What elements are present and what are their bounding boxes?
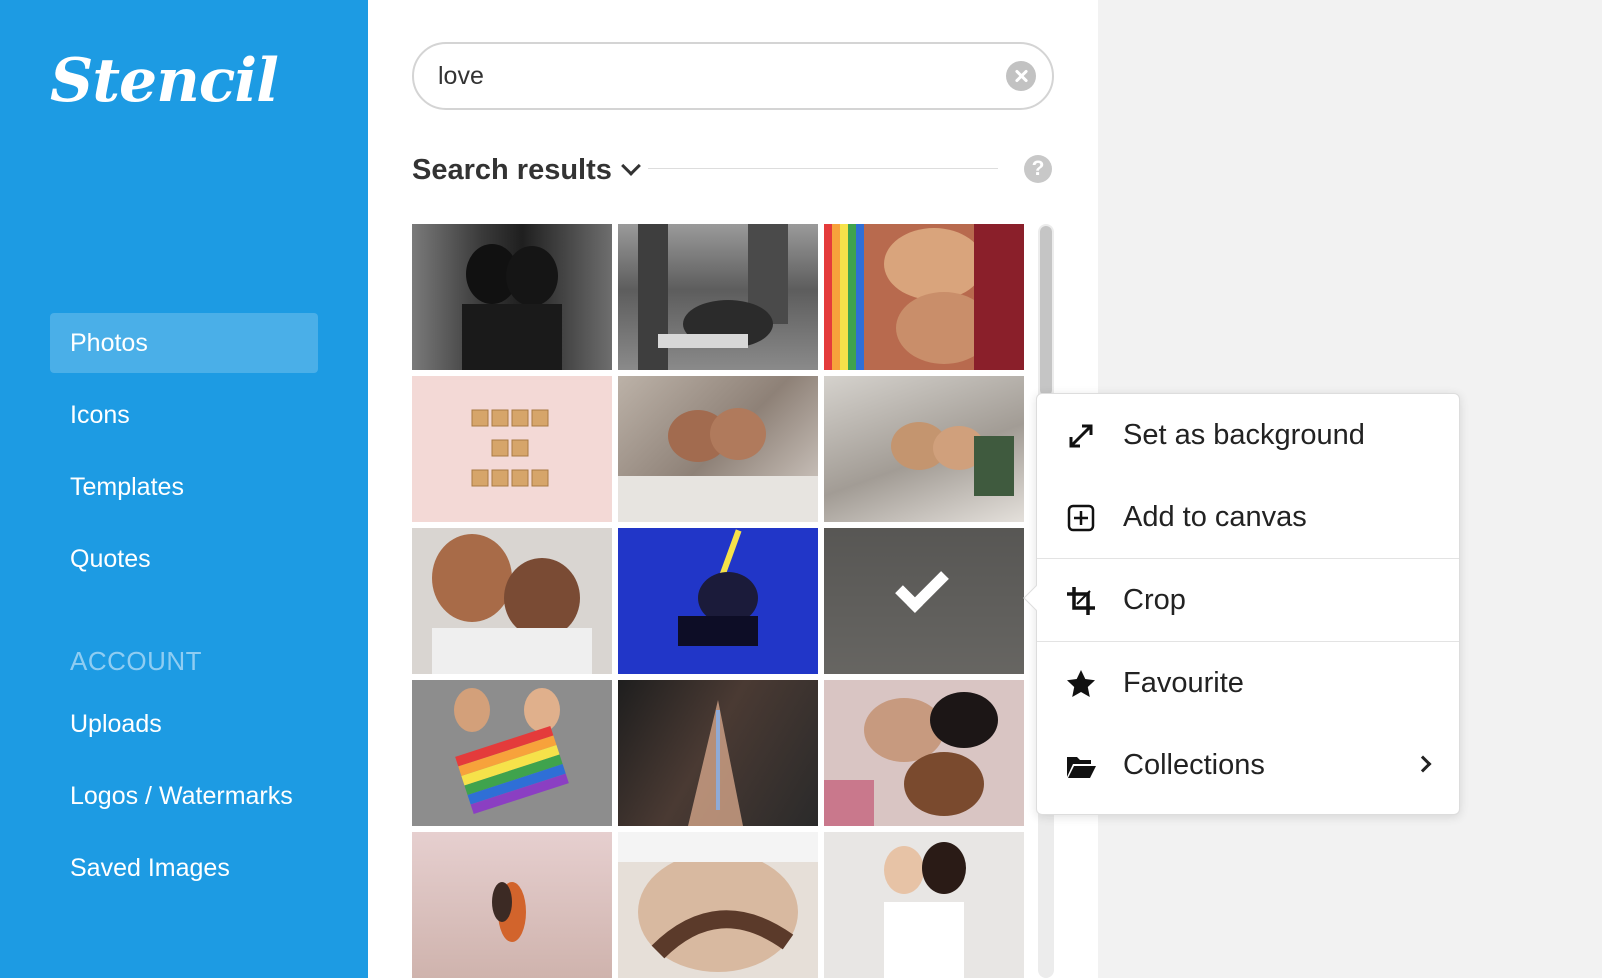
photo-tile[interactable] (824, 680, 1024, 826)
photo-couple-lying-rainbow (824, 224, 1024, 370)
photo-tile[interactable] (618, 832, 818, 978)
sidebar-item-quotes[interactable]: Quotes (50, 529, 318, 589)
menu-item-set-as-background[interactable]: Set as background (1037, 394, 1459, 476)
help-icon[interactable]: ? (1024, 155, 1052, 183)
sidebar-item-icons[interactable]: Icons (50, 385, 318, 445)
menu-item-crop[interactable]: Crop (1037, 559, 1459, 641)
photo-tile[interactable] (618, 376, 818, 522)
menu-item-label: Collections (1123, 748, 1265, 781)
photo-women-embracing (884, 842, 966, 978)
search-input[interactable] (438, 56, 978, 96)
photo-couple-beach (492, 882, 526, 942)
menu-item-add-to-canvas[interactable]: Add to canvas (1037, 476, 1459, 558)
photo-tile[interactable] (824, 832, 1024, 978)
photo-person-blue-rainbow (678, 529, 758, 646)
photo-context-menu: Set as background Add to canvas Crop Fav… (1023, 393, 1460, 815)
menu-item-favourite[interactable]: Favourite (1037, 642, 1459, 724)
search-box (412, 42, 1054, 110)
crop-icon (1067, 587, 1095, 615)
scroll-thumb[interactable] (1040, 226, 1052, 396)
sidebar-item-logos-watermarks[interactable]: Logos / Watermarks (50, 766, 318, 826)
photo-tile[interactable] (824, 528, 1024, 674)
photo-couple-bed-1 (618, 408, 818, 522)
photo-grid (412, 224, 1032, 978)
photo-hands-rainbow-light (688, 700, 743, 826)
photo-tile[interactable] (824, 224, 1024, 370)
search-results-dropdown[interactable]: Search results (412, 150, 641, 190)
search-results-title: Search results (412, 153, 612, 186)
photo-tile[interactable] (618, 224, 818, 370)
photo-couple-bed-2 (891, 422, 1014, 496)
photo-men-sitting-tree-bw (638, 224, 788, 370)
photo-men-rainbow-sign (454, 688, 569, 814)
photo-tile[interactable] (412, 832, 612, 978)
plus-square-icon (1067, 504, 1095, 532)
account-heading: ACCOUNT (70, 646, 203, 676)
divider (648, 168, 998, 169)
photo-tile[interactable] (412, 528, 612, 674)
photo-women-lying-pink (824, 692, 998, 826)
photo-tile[interactable] (412, 680, 612, 826)
sidebar-item-photos[interactable]: Photos (50, 313, 318, 373)
sidebar-item-uploads[interactable]: Uploads (50, 694, 318, 754)
photo-panel: Search results ? (368, 0, 1098, 978)
menu-item-label: Favourite (1123, 666, 1244, 699)
star-icon (1067, 670, 1095, 697)
chevron-down-icon (620, 156, 641, 176)
photo-hands-on-belly (618, 832, 818, 972)
menu-item-label: Add to canvas (1123, 500, 1307, 533)
stencil-logo[interactable]: Stencil (50, 46, 279, 116)
expand-icon (1069, 424, 1093, 448)
photo-love-is-love-tiles (471, 409, 549, 487)
folder-open-icon (1067, 757, 1096, 778)
photo-tile[interactable] (412, 376, 612, 522)
clear-search-icon[interactable] (1006, 61, 1036, 91)
sidebar-item-saved-images[interactable]: Saved Images (50, 838, 318, 898)
chevron-right-icon (1414, 755, 1432, 773)
menu-item-label: Crop (1123, 583, 1186, 616)
photo-tile[interactable] (618, 528, 818, 674)
photo-tile[interactable] (824, 376, 1024, 522)
sidebar: Stencil Photos Icons Templates Quotes AC… (0, 0, 368, 978)
photo-tile[interactable] (412, 224, 612, 370)
photo-tile[interactable] (618, 680, 818, 826)
sidebar-item-templates[interactable]: Templates (50, 457, 318, 517)
menu-item-collections[interactable]: Collections (1037, 724, 1459, 806)
photo-women-cheek-to-cheek (432, 534, 592, 674)
photo-couple-forehead-bw (462, 244, 562, 370)
menu-item-label: Set as background (1123, 418, 1365, 451)
